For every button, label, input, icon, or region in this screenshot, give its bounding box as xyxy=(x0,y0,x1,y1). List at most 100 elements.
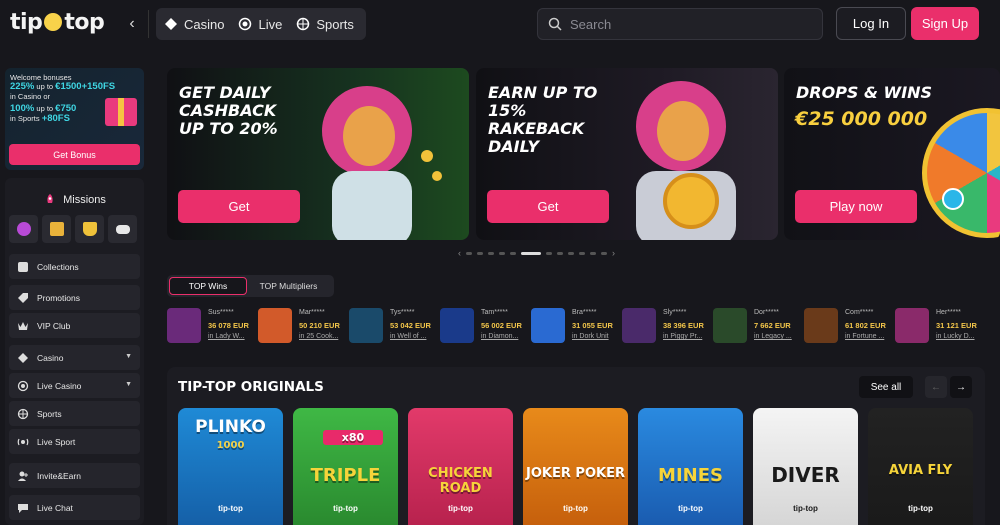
tab-top-wins[interactable]: TOP Wins xyxy=(169,277,247,295)
chevron-down-icon[interactable]: ▼ xyxy=(125,381,132,388)
live-icon xyxy=(239,17,252,31)
game-card-chicken-road[interactable]: CHICKEN ROAD tip-top xyxy=(408,408,513,525)
sidebar-item-live-casino[interactable]: Live Casino ▼ xyxy=(9,373,140,398)
sidebar-item-vip-club[interactable]: VIP Club xyxy=(9,313,140,338)
game-card-triple[interactable]: x80 TRIPLE tip-top xyxy=(293,408,398,525)
game-card-joker-poker[interactable]: JOKER POKER tip-top xyxy=(523,408,628,525)
game-thumbnail xyxy=(804,308,838,343)
game-card-mines[interactable]: MINES tip-top xyxy=(638,408,743,525)
game-thumbnail xyxy=(531,308,565,343)
win-item[interactable]: Tam***** 56 002 EUR in Diamon... xyxy=(440,306,530,346)
sidebar-item-promotions[interactable]: Promotions xyxy=(9,285,140,310)
sports-icon xyxy=(297,17,310,31)
carousel-dot[interactable] xyxy=(546,251,552,255)
carousel-dot[interactable] xyxy=(601,251,607,255)
login-button[interactable]: Log In xyxy=(836,7,906,40)
prev-arrow-icon[interactable]: ← xyxy=(925,376,947,398)
top-bar: tiptop ‹ Casino Live Sports Log In Sign … xyxy=(0,0,1000,48)
win-item[interactable]: Dor***** 7 662 EUR in Legacy ... xyxy=(713,306,803,346)
sidebar-item-casino[interactable]: Casino ▼ xyxy=(9,345,140,370)
game-thumbnail xyxy=(349,308,383,343)
sidebar-item-label: Live Chat xyxy=(37,502,73,513)
gamepad-icon[interactable] xyxy=(108,215,137,243)
mission-badge-2[interactable] xyxy=(42,215,71,243)
carousel-dot[interactable] xyxy=(557,251,563,255)
search-input[interactable] xyxy=(570,16,810,32)
carousel-dot[interactable] xyxy=(568,251,574,255)
carousel-dot[interactable] xyxy=(477,251,483,255)
welcome-bonus-card: Welcome bonuses 225% up to €1500+150FS i… xyxy=(5,68,144,170)
banner-drops-wins[interactable]: DROPS & WINS €25 000 000 Play now xyxy=(784,68,1000,240)
search-bar[interactable] xyxy=(537,8,823,40)
win-item[interactable]: Mar***** 50 210 EUR in 25 Cook... xyxy=(258,306,348,346)
banner-title: DROPS & WINS xyxy=(796,83,933,102)
missions-button[interactable]: Missions xyxy=(9,182,140,218)
section-title: TIP-TOP ORIGINALS xyxy=(178,379,324,395)
banner-rakeback[interactable]: EARN UP TO 15% RAKEBACK DAILY Get xyxy=(476,68,778,240)
prize-wheel-image xyxy=(922,108,1000,238)
carousel-dot[interactable] xyxy=(499,251,505,255)
sidebar-item-live-sport[interactable]: Live Sport xyxy=(9,429,140,454)
game-card-avia-fly[interactable]: AVIA FLY tip-top xyxy=(868,408,973,525)
search-icon xyxy=(548,17,562,31)
carousel-dot[interactable] xyxy=(488,251,494,255)
carousel-dot[interactable] xyxy=(590,251,596,255)
carousel-dot-active[interactable] xyxy=(521,251,541,255)
casino-icon xyxy=(165,18,177,30)
win-item[interactable]: Her***** 31 121 EUR in Lucky D... xyxy=(895,306,985,346)
win-item[interactable]: Com***** 61 802 EUR in Fortune ... xyxy=(804,306,894,346)
win-item[interactable]: Tys***** 53 042 EUR in Well of ... xyxy=(349,306,439,346)
see-all-button[interactable]: See all xyxy=(859,376,913,398)
cashback-get-button[interactable]: Get xyxy=(178,190,300,223)
sidebar-item-live-chat[interactable]: Live Chat xyxy=(9,495,140,520)
signup-button[interactable]: Sign Up xyxy=(911,7,979,40)
next-arrow-icon[interactable]: → xyxy=(950,376,972,398)
carousel-dot[interactable] xyxy=(466,251,472,255)
wheel-knob xyxy=(942,188,964,210)
sidebar-item-collections[interactable]: Collections xyxy=(9,254,140,279)
nav-casino[interactable]: Casino xyxy=(164,17,224,32)
rakeback-get-button[interactable]: Get xyxy=(487,190,609,223)
play-now-button[interactable]: Play now xyxy=(795,190,917,223)
rocket-icon xyxy=(47,194,53,203)
banner-title: GET DAILY CASHBACK UP TO 20% xyxy=(179,83,278,138)
game-thumbnail xyxy=(440,308,474,343)
game-thumbnail xyxy=(622,308,656,343)
banner-cashback[interactable]: GET DAILY CASHBACK UP TO 20% Get xyxy=(167,68,469,240)
nav-sports-label: Sports xyxy=(316,16,354,32)
crown-icon xyxy=(18,321,28,330)
win-item[interactable]: Sus***** 36 078 EUR in Lady W... xyxy=(167,306,257,346)
trophy-icon[interactable] xyxy=(75,215,104,243)
nav-live[interactable]: Live xyxy=(238,17,282,32)
game-thumbnail xyxy=(258,308,292,343)
carousel-next-icon[interactable]: › xyxy=(612,248,615,258)
carousel-dot[interactable] xyxy=(510,251,516,255)
sidebar-item-label: Invite&Earn xyxy=(37,470,81,481)
site-logo[interactable]: tip top xyxy=(10,10,105,35)
mission-badge-1[interactable] xyxy=(9,215,38,243)
chevron-down-icon[interactable]: ▼ xyxy=(125,353,132,360)
bonus-casino-line: 225% up to €1500+150FS xyxy=(10,81,116,92)
promotions-icon xyxy=(18,292,28,303)
live-sport-icon xyxy=(17,438,29,445)
carousel-dot[interactable] xyxy=(579,251,585,255)
sidebar-item-label: Collections xyxy=(37,261,79,272)
sidebar-item-label: VIP Club xyxy=(37,320,71,331)
sidebar-item-sports[interactable]: Sports xyxy=(9,401,140,426)
sidebar-item-invite-earn[interactable]: Invite&Earn xyxy=(9,463,140,488)
win-item[interactable]: Sly***** 38 396 EUR in Piggy Pr... xyxy=(622,306,712,346)
missions-label: Missions xyxy=(63,194,106,206)
win-item[interactable]: Bra***** 31 055 EUR in Dork Unit xyxy=(531,306,621,346)
lion-mascot-image xyxy=(636,81,736,240)
carousel-prev-icon[interactable]: ‹ xyxy=(458,248,461,258)
tab-top-multipliers[interactable]: TOP Multipliers xyxy=(247,277,330,295)
get-bonus-button[interactable]: Get Bonus xyxy=(9,144,140,165)
prize-amount: €25 000 000 xyxy=(795,108,928,130)
game-card-plinko[interactable]: PLINKO 1000 tip-top xyxy=(178,408,283,525)
nav-sports[interactable]: Sports xyxy=(296,17,354,32)
originals-section: TIP-TOP ORIGINALS See all ← → PLINKO 100… xyxy=(167,367,985,525)
game-card-diver[interactable]: DIVER tip-top xyxy=(753,408,858,525)
lion-mascot-image xyxy=(322,86,442,240)
nav-live-label: Live xyxy=(258,16,283,32)
collapse-sidebar-button[interactable]: ‹ xyxy=(118,8,146,40)
